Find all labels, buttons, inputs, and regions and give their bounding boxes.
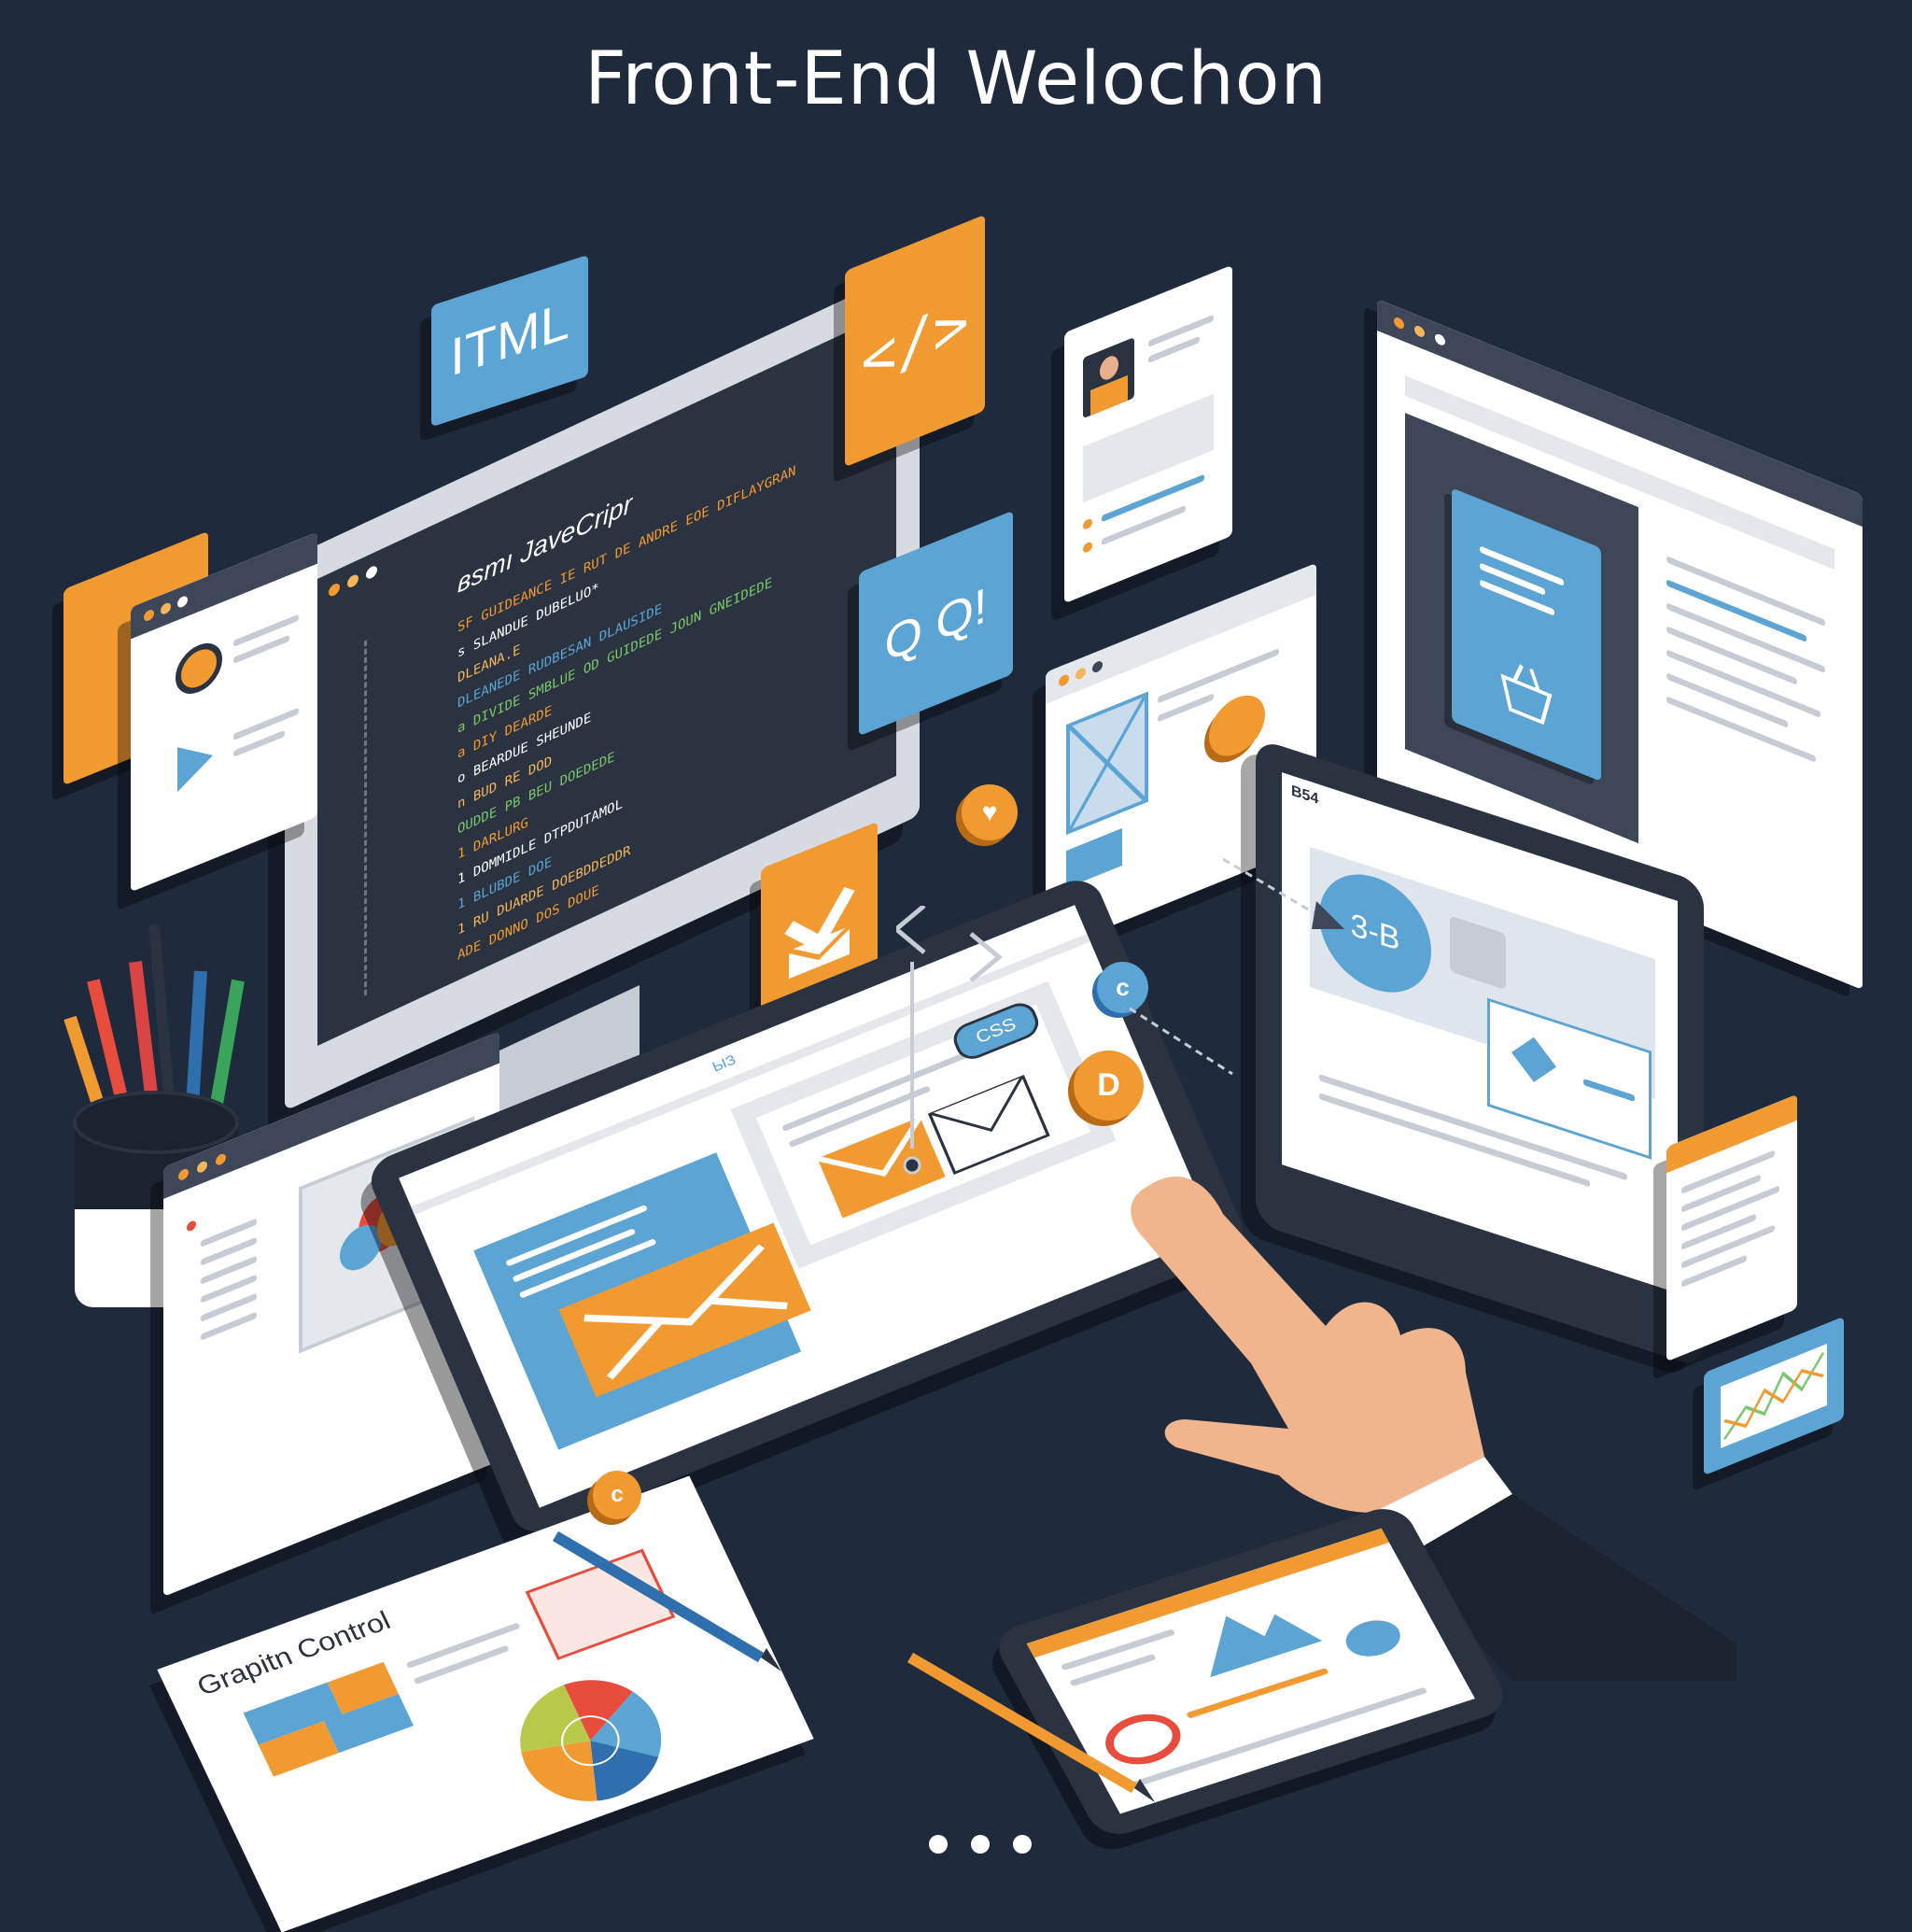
c-coin-small[interactable]: c (593, 1471, 641, 1519)
heart-coin[interactable]: ♥ (962, 784, 1018, 840)
code-tag-badge[interactable]: </> (845, 214, 985, 468)
image-thumbnail-icon (176, 635, 222, 702)
image-placeholder-icon (1066, 691, 1148, 836)
corner-label: B54 (1291, 783, 1319, 808)
play-icon (177, 732, 213, 793)
shopping-basket-icon (1500, 664, 1553, 726)
connector-lines (896, 906, 1233, 1175)
html-badge-label: ITML (450, 289, 569, 388)
page-dot[interactable] (1013, 1835, 1032, 1854)
page-dot[interactable] (971, 1835, 990, 1854)
pagination-dots[interactable] (924, 1830, 1036, 1858)
code-gutter (364, 638, 371, 996)
search-icon: Q Q! (884, 577, 988, 674)
tablet-small-label: ЫЗ (710, 1052, 738, 1076)
pie-chart-icon (520, 1680, 662, 1801)
code-tag-icon: </> (861, 286, 969, 400)
pencil-orange (907, 1652, 1155, 1802)
page-dot[interactable] (929, 1835, 948, 1854)
profile-card[interactable] (1064, 264, 1232, 604)
avatar (1083, 337, 1134, 419)
pencil-blue (552, 1530, 781, 1671)
page-title: Front-End Welochon (584, 37, 1328, 121)
connector-arrow (1223, 857, 1344, 929)
